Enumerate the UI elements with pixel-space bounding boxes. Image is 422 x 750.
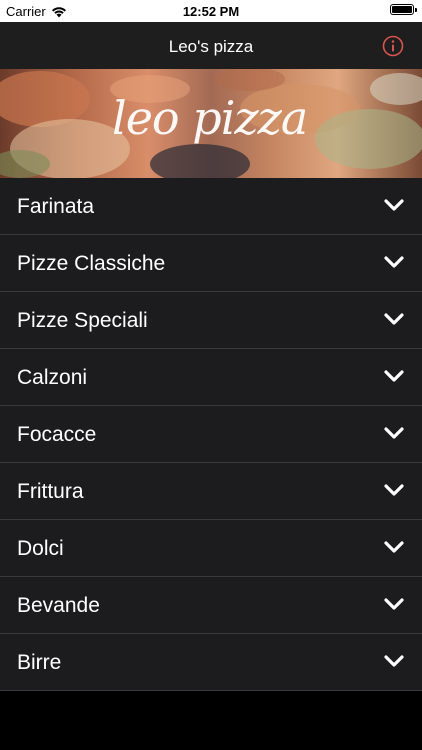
battery-icon <box>390 4 417 15</box>
menu-item-label: Bevande <box>17 594 100 617</box>
status-time: 12:52 PM <box>182 4 240 19</box>
menu-item-frittura[interactable]: Frittura <box>0 463 422 520</box>
chevron-down-icon <box>384 655 404 667</box>
menu-item-calzoni[interactable]: Calzoni <box>0 349 422 406</box>
navigation-bar: Leo's pizza <box>0 22 422 69</box>
header-banner-image: leo pizza <box>0 69 422 178</box>
menu-item-label: Dolci <box>17 537 64 560</box>
status-right <box>390 4 417 15</box>
info-icon[interactable] <box>382 35 404 57</box>
page-title: Leo's pizza <box>168 37 254 56</box>
menu-item-label: Calzoni <box>17 366 88 389</box>
menu-item-label: Pizze Speciali <box>17 309 148 332</box>
menu-item-pizze-classiche[interactable]: Pizze Classiche <box>0 235 422 292</box>
menu-item-pizze-speciali[interactable]: Pizze Speciali <box>0 292 422 349</box>
menu-item-label: Focacce <box>17 423 97 446</box>
chevron-down-icon <box>384 199 404 211</box>
chevron-down-icon <box>384 541 404 553</box>
chevron-down-icon <box>384 256 404 268</box>
logo-text: leo pizza <box>112 91 308 145</box>
chevron-down-icon <box>384 427 404 439</box>
menu-item-dolci[interactable]: Dolci <box>0 520 422 577</box>
menu-item-label: Birre <box>17 651 62 674</box>
chevron-down-icon <box>384 370 404 382</box>
menu-item-label: Farinata <box>17 195 95 218</box>
status-bar: Carrier 12:52 PM <box>0 0 422 22</box>
battery-level <box>392 6 412 13</box>
chevron-down-icon <box>384 313 404 325</box>
chevron-down-icon <box>384 598 404 610</box>
menu-item-birre[interactable]: Birre <box>0 634 422 691</box>
menu-item-label: Pizze Classiche <box>17 252 166 275</box>
menu-item-label: Frittura <box>17 480 84 503</box>
menu-item-farinata[interactable]: Farinata <box>0 178 422 235</box>
menu-item-bevande[interactable]: Bevande <box>0 577 422 634</box>
chevron-down-icon <box>384 484 404 496</box>
menu-item-focacce[interactable]: Focacce <box>0 406 422 463</box>
menu-category-list: Farinata Pizze Classiche Pizze Speciali … <box>0 178 422 691</box>
